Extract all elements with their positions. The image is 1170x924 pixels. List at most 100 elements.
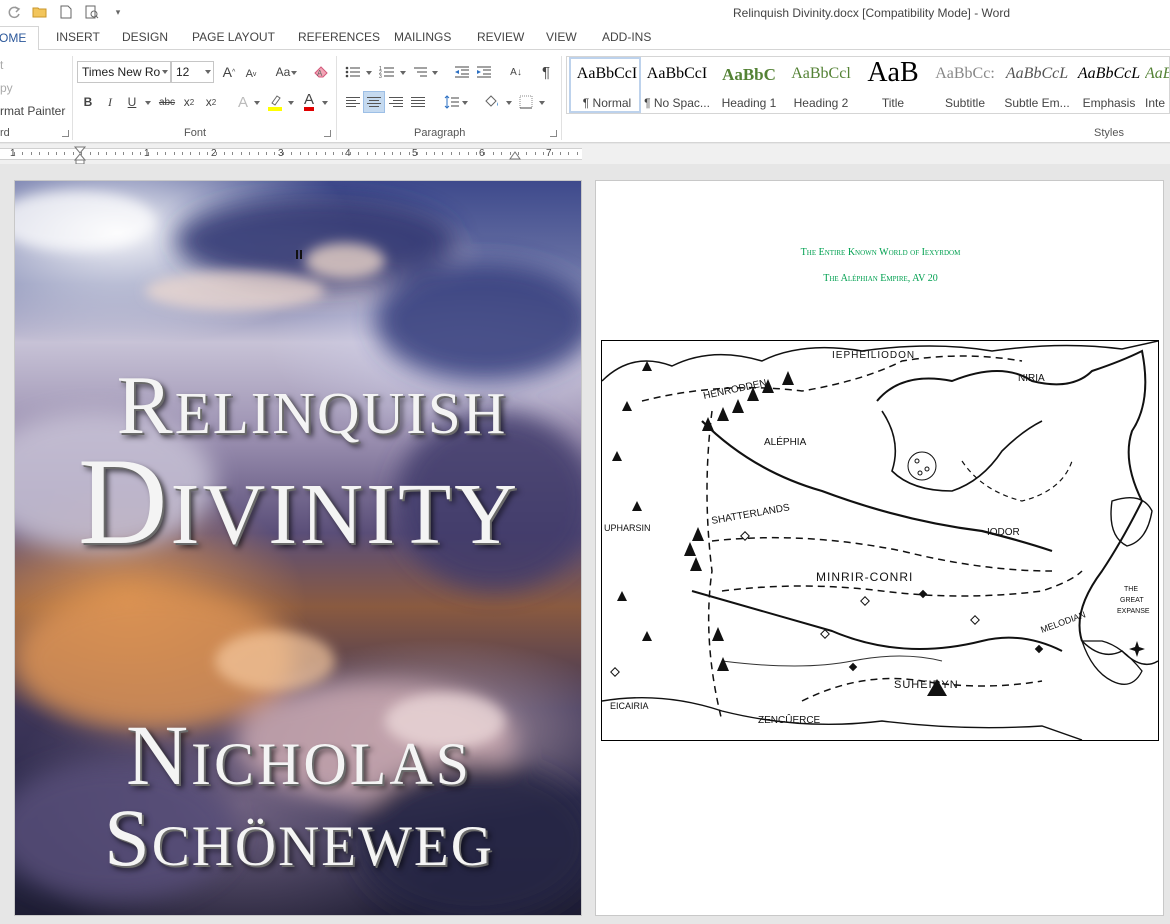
- shading-dropdown-icon[interactable]: [506, 101, 512, 105]
- window-title: Relinquish Divinity.docx [Compatibility …: [733, 6, 1010, 20]
- eraser-icon: A: [314, 66, 328, 78]
- bullets-dropdown-icon[interactable]: [366, 71, 372, 75]
- decrease-indent-icon: [455, 66, 469, 78]
- borders-icon: [519, 95, 533, 109]
- ruler-tick: [400, 152, 401, 155]
- decrease-indent-button[interactable]: [451, 61, 473, 83]
- font-color-dropdown-icon[interactable]: [322, 101, 328, 105]
- ruler-tick: [350, 152, 351, 155]
- text-effects-button[interactable]: A: [232, 91, 254, 113]
- style-emphasis[interactable]: AaBbCcL Emphasis: [1073, 57, 1145, 113]
- text-effects-dropdown-icon[interactable]: [254, 101, 260, 105]
- font-name-combo[interactable]: Times New Ro: [77, 61, 171, 83]
- font-color-button[interactable]: A: [298, 91, 320, 113]
- line-spacing-button[interactable]: [441, 91, 463, 113]
- multilevel-list-button[interactable]: [410, 61, 432, 83]
- print-preview-icon[interactable]: [82, 3, 102, 21]
- italic-button[interactable]: I: [99, 91, 121, 113]
- highlight-dropdown-icon[interactable]: [288, 101, 294, 105]
- styles-gallery: AaBbCcI ¶ Normal AaBbCcI ¶ No Spac... Aa…: [566, 56, 1170, 114]
- bullets-button[interactable]: [342, 61, 364, 83]
- line-spacing-dropdown-icon[interactable]: [462, 101, 468, 105]
- tab-design[interactable]: DESIGN: [122, 30, 168, 44]
- paragraph-launcher-icon[interactable]: [550, 130, 557, 137]
- open-icon[interactable]: [30, 3, 50, 21]
- ruler-tick: [308, 152, 309, 155]
- ruler-tick: [459, 152, 460, 155]
- sort-button[interactable]: A↓: [505, 61, 527, 83]
- ruler-tick: [249, 152, 250, 155]
- font-launcher-icon[interactable]: [324, 130, 331, 137]
- quick-access-toolbar: ▾: [0, 3, 128, 21]
- subscript-button[interactable]: x2: [178, 91, 200, 113]
- borders-dropdown-icon[interactable]: [539, 101, 545, 105]
- svg-text:MINRIR-CONRI: MINRIR-CONRI: [816, 570, 913, 584]
- style-subtitle[interactable]: AaBbCc: Subtitle: [929, 57, 1001, 113]
- horizontal-ruler[interactable]: 1 1 2 3 4 5 6 7: [0, 144, 1170, 164]
- superscript-button[interactable]: x2: [200, 91, 222, 113]
- style-subtle-emphasis[interactable]: AaBbCcL Subtle Em...: [1001, 57, 1073, 113]
- tab-page-layout[interactable]: PAGE LAYOUT: [192, 30, 275, 44]
- justify-button[interactable]: [407, 91, 429, 113]
- tab-add-ins[interactable]: ADD-INS: [602, 30, 651, 44]
- map-page[interactable]: The Entire Known World of Iexyrdom The A…: [595, 180, 1164, 916]
- style-heading-1[interactable]: AaBbC Heading 1: [713, 57, 785, 113]
- svg-text:IEPHEILIODON: IEPHEILIODON: [832, 350, 915, 361]
- style-title[interactable]: AaB Title: [857, 57, 929, 113]
- cover-page[interactable]: Relinquish Divinity Nicholas Schöneweg: [14, 180, 582, 916]
- show-formatting-marks-button[interactable]: ¶: [535, 61, 557, 83]
- font-size-combo[interactable]: 12: [171, 61, 214, 83]
- bold-button[interactable]: B: [77, 91, 99, 113]
- align-right-button[interactable]: [385, 91, 407, 113]
- right-indent-marker-icon[interactable]: [509, 150, 521, 160]
- ruler-tick: [392, 152, 393, 155]
- tab-view[interactable]: VIEW: [546, 30, 577, 44]
- change-case-dropdown-icon[interactable]: [291, 71, 297, 75]
- new-document-icon[interactable]: [56, 3, 76, 21]
- tab-insert[interactable]: INSERT: [56, 30, 100, 44]
- ruler-tick: [207, 152, 208, 155]
- shading-button[interactable]: [481, 91, 503, 113]
- numbering-button[interactable]: 123: [376, 61, 398, 83]
- underline-dropdown-icon[interactable]: [145, 101, 151, 105]
- document-area[interactable]: Relinquish Divinity Nicholas Schöneweg T…: [0, 164, 1170, 924]
- multilevel-list-icon: [414, 67, 427, 77]
- tab-references[interactable]: REFERENCES: [298, 30, 380, 44]
- ruler-tick: [48, 152, 49, 155]
- redo-icon[interactable]: [4, 3, 24, 21]
- clear-formatting-button[interactable]: A: [311, 61, 333, 83]
- bold-label: B: [83, 95, 93, 109]
- format-painter-button[interactable]: rmat Painter: [0, 104, 65, 118]
- ruler-tick: [358, 152, 359, 155]
- tab-home[interactable]: OME: [0, 26, 40, 51]
- numbering-dropdown-icon[interactable]: [400, 71, 406, 75]
- align-left-button[interactable]: [342, 91, 364, 113]
- tab-mailings[interactable]: MAILINGS: [394, 30, 451, 44]
- grow-font-button[interactable]: A ^: [218, 61, 240, 83]
- shrink-font-button[interactable]: Av: [240, 63, 262, 85]
- world-map-image[interactable]: IEPHEILIODON HENRODDEN NIRIA ALÉPHIA SHA…: [601, 340, 1159, 741]
- tab-review[interactable]: REVIEW: [477, 30, 524, 44]
- clipboard-launcher-icon[interactable]: [62, 130, 69, 137]
- style-normal[interactable]: AaBbCcI ¶ Normal: [569, 57, 641, 113]
- style-no-spacing[interactable]: AaBbCcI ¶ No Spac...: [641, 57, 713, 113]
- multilevel-dropdown-icon[interactable]: [432, 71, 438, 75]
- highlight-button[interactable]: [264, 91, 286, 113]
- cut-button[interactable]: t: [0, 58, 3, 72]
- ruler-tick: [132, 152, 133, 155]
- cover-author-line2: Schöneweg: [104, 792, 494, 883]
- ruler-tick: [568, 152, 569, 155]
- align-center-button[interactable]: [363, 91, 385, 113]
- copy-button[interactable]: py: [0, 81, 13, 95]
- customize-qat-icon[interactable]: ▾: [108, 3, 128, 21]
- borders-button[interactable]: [515, 91, 537, 113]
- increase-indent-button[interactable]: [473, 61, 495, 83]
- group-separator: [561, 56, 562, 140]
- style-heading-2[interactable]: AaBbCcl Heading 2: [785, 57, 857, 113]
- clipboard-group-label: rd: [0, 127, 10, 139]
- indent-marker-icon[interactable]: [74, 146, 86, 164]
- underline-button[interactable]: U: [121, 91, 143, 113]
- style-intense-emphasis[interactable]: AaBb Inte: [1145, 57, 1169, 113]
- strikethrough-button[interactable]: abc: [156, 91, 178, 113]
- ruler-tick: [342, 152, 343, 155]
